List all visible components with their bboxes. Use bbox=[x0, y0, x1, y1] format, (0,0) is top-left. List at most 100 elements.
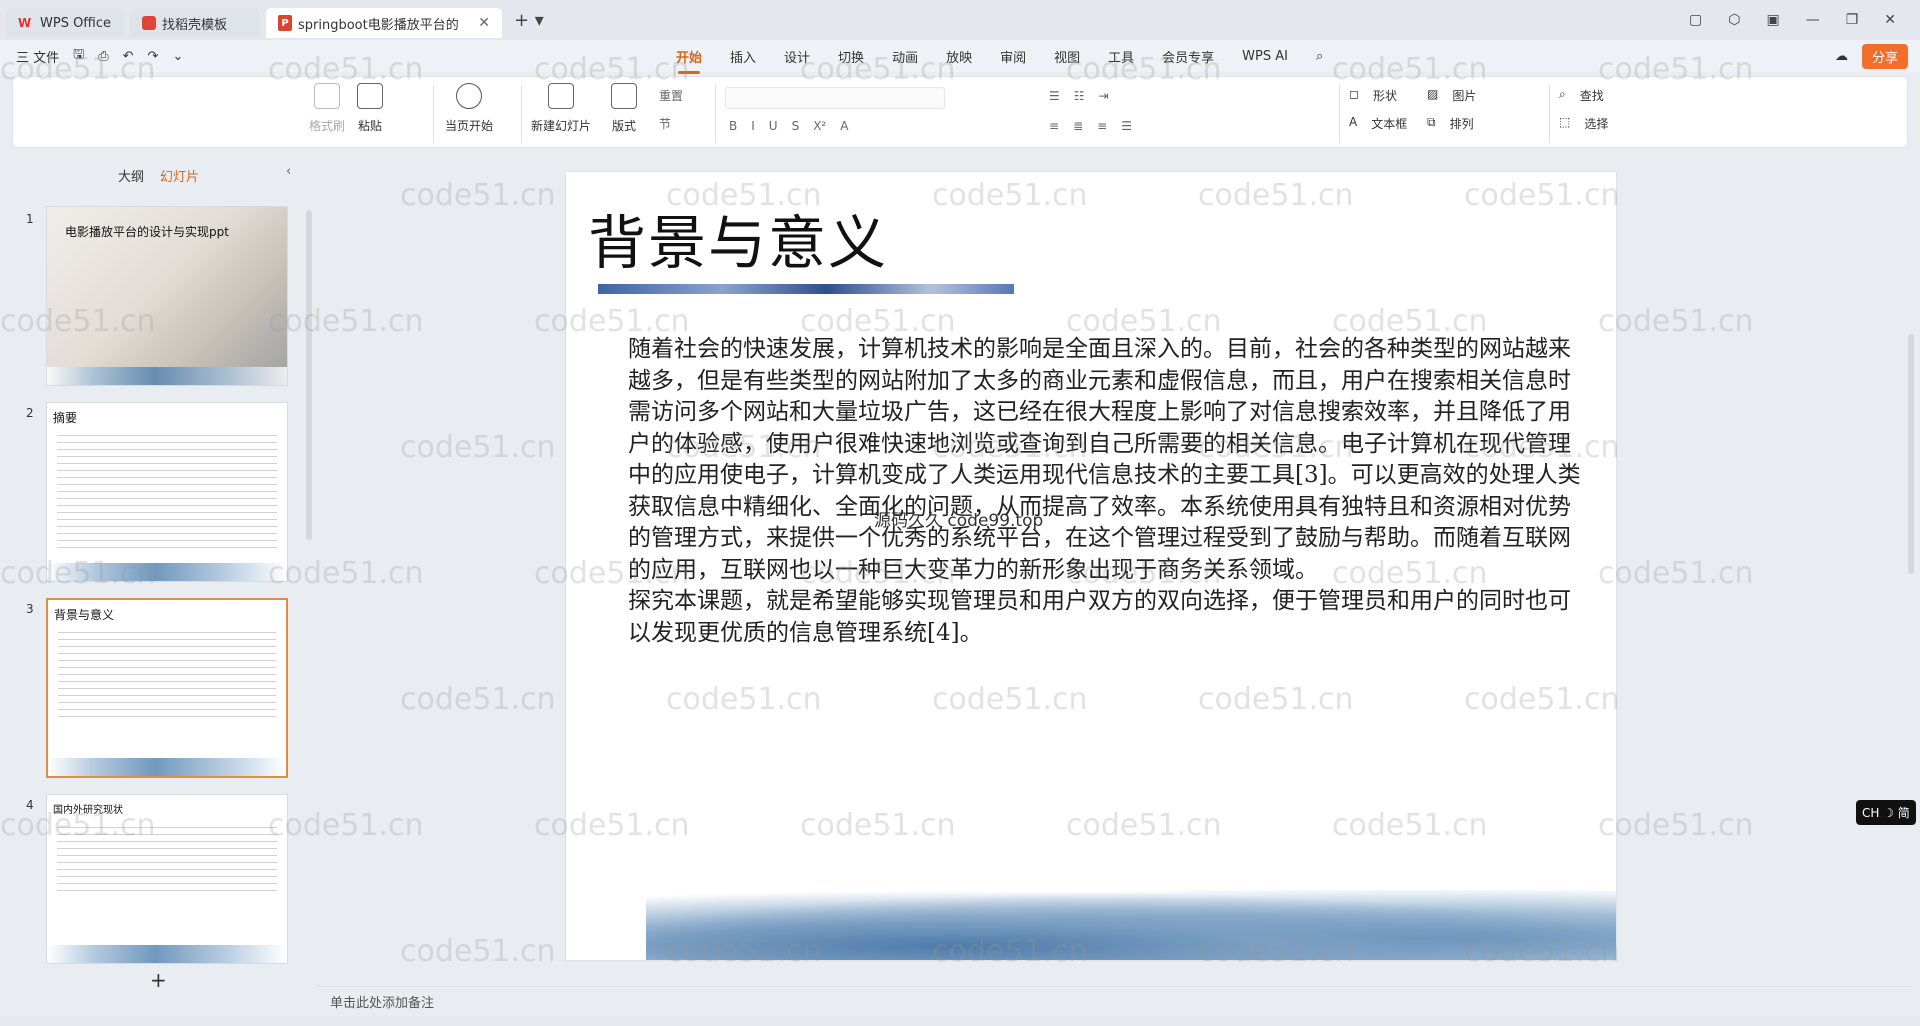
section-label: 节 bbox=[659, 117, 672, 131]
wave-decoration bbox=[47, 367, 287, 385]
bold-icon[interactable]: B bbox=[729, 119, 737, 133]
collapse-panel-icon[interactable]: ‹ bbox=[286, 164, 291, 179]
number-list-icon[interactable]: ☷ bbox=[1074, 89, 1085, 103]
share-button[interactable]: 分享 bbox=[1861, 44, 1908, 69]
superscript-icon[interactable]: X² bbox=[813, 119, 826, 133]
tab-view[interactable]: 视图 bbox=[1054, 47, 1080, 66]
underline-icon[interactable]: U bbox=[769, 119, 778, 133]
tab-animation[interactable]: 动画 bbox=[892, 47, 918, 66]
body-paragraph: 探究本课题，就是希望能够实现管理员和用户双方的双向选择，便于管理员和用户的同时也… bbox=[628, 588, 1571, 646]
redo-icon[interactable]: ↷ bbox=[148, 49, 159, 64]
avatar[interactable]: ▣ bbox=[1766, 12, 1779, 28]
shape-button[interactable]: ◻ 形状 bbox=[1349, 87, 1397, 104]
slide-thumbnail-4[interactable]: 国内外研究现状 bbox=[46, 794, 288, 964]
print-icon[interactable]: ⎙ bbox=[98, 49, 108, 64]
section-button[interactable]: 节 bbox=[659, 115, 671, 132]
cloud-icon[interactable]: ☁ bbox=[1835, 49, 1848, 64]
layout-button[interactable]: 版式 bbox=[611, 83, 637, 134]
thumbnail-title: 摘要 bbox=[53, 411, 78, 425]
find-button[interactable]: ⌕ 查找 bbox=[1559, 87, 1604, 104]
tab-label: springboot电影播放平台的 bbox=[298, 17, 459, 33]
wps-ai-button[interactable]: WPS AI bbox=[1242, 49, 1288, 64]
picture-button[interactable]: ▨ 图片 bbox=[1427, 87, 1476, 104]
thumbnail-text-lines bbox=[57, 431, 277, 551]
watermark: code51.cn bbox=[400, 178, 556, 213]
reset-button[interactable]: 重置 bbox=[659, 87, 683, 104]
textbox-button[interactable]: A 文本框 bbox=[1349, 115, 1407, 132]
minimize-icon[interactable]: — bbox=[1806, 12, 1820, 28]
play-current-button[interactable]: 当页开始 bbox=[445, 83, 493, 134]
more-icon[interactable]: ⌄ bbox=[172, 49, 183, 64]
arrange-button[interactable]: ⧉ 排列 bbox=[1427, 115, 1474, 132]
align-row: ≡ ≣ ≡ ☰ bbox=[1049, 119, 1132, 133]
align-right-icon[interactable]: ≡ bbox=[1097, 119, 1107, 133]
tab-slideshow[interactable]: 放映 bbox=[946, 47, 972, 66]
tab-insert[interactable]: 插入 bbox=[730, 47, 756, 66]
close-icon[interactable]: ✕ bbox=[478, 15, 490, 31]
select-button[interactable]: ⬚ 选择 bbox=[1559, 115, 1608, 132]
panel-tabs: 大纲 幻灯片 bbox=[118, 166, 199, 185]
new-slide-button[interactable]: 新建幻灯片 bbox=[531, 83, 591, 134]
slide-canvas[interactable]: 背景与意义 随着社会的快速发展，计算机技术的影响是全面且深入的。目前，社会的各种… bbox=[566, 172, 1616, 960]
tab-tools[interactable]: 工具 bbox=[1108, 47, 1134, 66]
tab-member[interactable]: 会员专享 bbox=[1162, 47, 1214, 66]
source-watermark: 源码久久 code99.top bbox=[874, 511, 1044, 531]
undo-icon[interactable]: ↶ bbox=[123, 49, 134, 64]
body-paragraph: 随着社会的快速发展，计算机技术的影响是全面且深入的。目前，社会的各种类型的网站越… bbox=[628, 336, 1581, 583]
box-icon[interactable]: ⬡ bbox=[1728, 12, 1740, 28]
layout-icon[interactable]: ▢ bbox=[1689, 12, 1702, 28]
layout-icon bbox=[611, 83, 637, 109]
title-bar: W WPS Office 找稻壳模板 P springboot电影播放平台的 ✕… bbox=[0, 0, 1920, 40]
slide-thumbnail-3[interactable]: 背景与意义 bbox=[46, 598, 288, 778]
new-tab-icon[interactable]: + ▾ bbox=[514, 10, 544, 31]
thumbnail-text-lines bbox=[57, 823, 277, 893]
new-slide-icon bbox=[548, 83, 574, 109]
notes-placeholder[interactable]: 单击此处添加备注 bbox=[318, 986, 1912, 1012]
indent-icon[interactable]: ⇥ bbox=[1099, 89, 1109, 103]
tab-template[interactable]: 找稻壳模板 bbox=[130, 8, 260, 38]
add-slide-icon[interactable]: + bbox=[150, 968, 167, 992]
canvas-scrollbar[interactable] bbox=[1908, 154, 1914, 984]
align-left-icon[interactable]: ≡ bbox=[1049, 119, 1059, 133]
tab-outline[interactable]: 大纲 bbox=[118, 166, 144, 185]
tab-slides[interactable]: 幻灯片 bbox=[160, 166, 199, 185]
slide-body-text[interactable]: 随着社会的快速发展，计算机技术的影响是全面且深入的。目前，社会的各种类型的网站越… bbox=[628, 334, 1584, 649]
tab-review[interactable]: 审阅 bbox=[1000, 47, 1026, 66]
panel-scrollbar[interactable] bbox=[306, 210, 312, 540]
slide-thumbnail-1[interactable]: 电影播放平台的设计与实现ppt bbox=[46, 206, 288, 386]
thumbnail-title: 背景与意义 bbox=[54, 608, 115, 622]
bullet-list-icon[interactable]: ☰ bbox=[1049, 89, 1060, 103]
tab-wps-home[interactable]: W WPS Office bbox=[6, 8, 124, 38]
save-icon[interactable]: 🖫 bbox=[73, 45, 84, 67]
status-bar bbox=[0, 1016, 1920, 1026]
close-window-icon[interactable]: ✕ bbox=[1884, 12, 1896, 28]
scrollbar-thumb[interactable] bbox=[1908, 334, 1914, 574]
window-controls: ▢ ⬡ ▣ — ❐ ✕ bbox=[1689, 0, 1920, 40]
tab-design[interactable]: 设计 bbox=[784, 47, 810, 66]
font-select[interactable] bbox=[725, 87, 945, 109]
divider bbox=[521, 85, 522, 143]
watermark: code51.cn bbox=[400, 934, 556, 969]
font-style-row: B I U S X² A bbox=[729, 119, 848, 133]
thumbnail-title: 国内外研究现状 bbox=[53, 805, 123, 816]
slide-thumbnail-2[interactable]: 摘要 bbox=[46, 402, 288, 582]
presentation-icon: P bbox=[278, 15, 292, 31]
tab-document[interactable]: P springboot电影播放平台的 ✕ bbox=[266, 8, 502, 38]
paste-button[interactable]: 粘贴 bbox=[357, 83, 383, 134]
align-center-icon[interactable]: ≣ bbox=[1073, 119, 1083, 133]
strike-icon[interactable]: S bbox=[792, 119, 800, 133]
ime-indicator[interactable]: CH ☽ 简 bbox=[1856, 800, 1916, 825]
justify-icon[interactable]: ☰ bbox=[1121, 119, 1132, 133]
shape-icon: ◻ bbox=[1349, 87, 1359, 101]
format-painter-button[interactable]: 格式刷 bbox=[309, 83, 345, 134]
slide-title[interactable]: 背景与意义 bbox=[588, 196, 888, 280]
file-menu[interactable]: 三 文件 bbox=[16, 47, 59, 66]
restore-icon[interactable]: ❐ bbox=[1846, 12, 1859, 28]
tab-home[interactable]: 开始 bbox=[676, 47, 702, 74]
search-icon[interactable]: ⌕ bbox=[1316, 49, 1323, 64]
italic-icon[interactable]: I bbox=[751, 119, 755, 133]
font-color-icon[interactable]: A bbox=[840, 119, 848, 133]
divider bbox=[433, 85, 434, 143]
wave-decoration bbox=[47, 563, 287, 581]
tab-transition[interactable]: 切换 bbox=[838, 47, 864, 66]
